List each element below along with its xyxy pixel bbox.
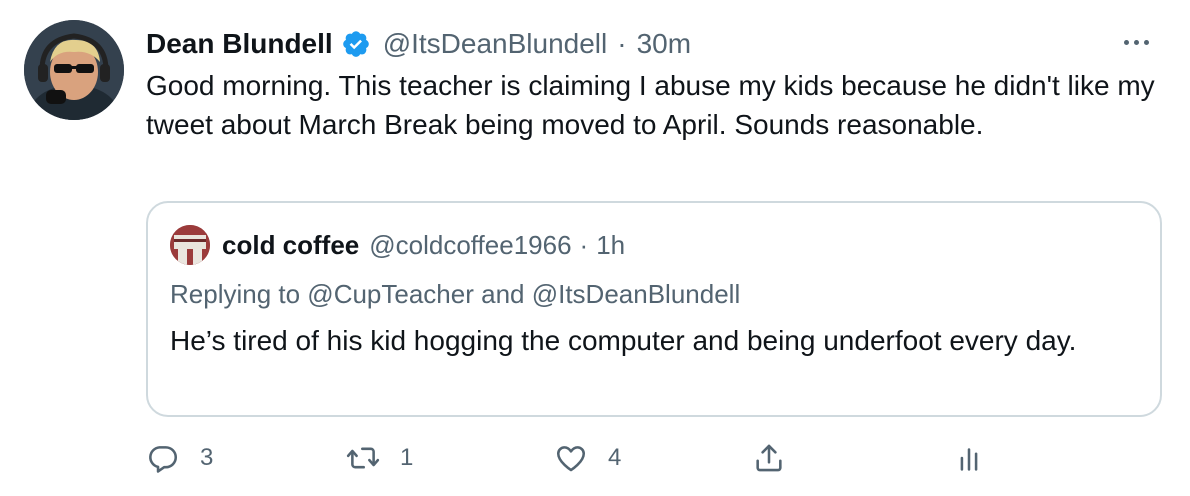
separator-dot: · <box>617 28 627 59</box>
like-icon <box>556 446 586 472</box>
replying-to-text: Replying to @CupTeacher and @ItsDeanBlun… <box>170 279 741 309</box>
quoted-tweet-header: cold coffee @coldcoffee1966 · 1h <box>170 225 625 265</box>
retweet-button[interactable]: 1 <box>346 436 413 480</box>
like-button[interactable]: 4 <box>554 436 621 480</box>
quoted-author-handle: @coldcoffee1966 <box>369 229 572 260</box>
action-bar: 3 1 4 <box>146 436 1146 480</box>
tweet-header: Dean Blundell @ItsDeanBlundell · 30m <box>146 26 691 62</box>
share-button[interactable] <box>752 436 786 480</box>
reply-icon <box>149 446 178 473</box>
author-avatar[interactable] <box>24 20 124 120</box>
quoted-author-name: cold coffee <box>222 229 360 260</box>
reply-count: 3 <box>200 444 214 471</box>
tweet-timestamp[interactable]: 30m <box>637 28 691 60</box>
quoted-separator-dot: · <box>579 229 589 260</box>
quoted-tweet[interactable]: cold coffee @coldcoffee1966 · 1h Replyin… <box>146 201 1162 417</box>
like-count: 4 <box>608 444 622 471</box>
quoted-author-avatar <box>170 225 210 265</box>
quoted-timestamp: 1h <box>596 229 626 260</box>
retweet-icon <box>346 447 380 469</box>
analytics-icon <box>960 448 978 471</box>
quoted-tweet-text: He’s tired of his kid hogging the comput… <box>170 325 1077 356</box>
retweet-count: 1 <box>400 444 414 471</box>
verified-badge-icon <box>341 29 371 59</box>
more-icon[interactable] <box>1116 30 1156 54</box>
author-handle[interactable]: @ItsDeanBlundell <box>383 28 608 60</box>
analytics-button[interactable] <box>952 436 986 480</box>
author-name[interactable]: Dean Blundell <box>146 28 333 60</box>
tweet-text: Good morning. This teacher is claiming I… <box>146 70 1155 140</box>
reply-button[interactable]: 3 <box>146 436 213 480</box>
share-icon <box>756 444 782 472</box>
